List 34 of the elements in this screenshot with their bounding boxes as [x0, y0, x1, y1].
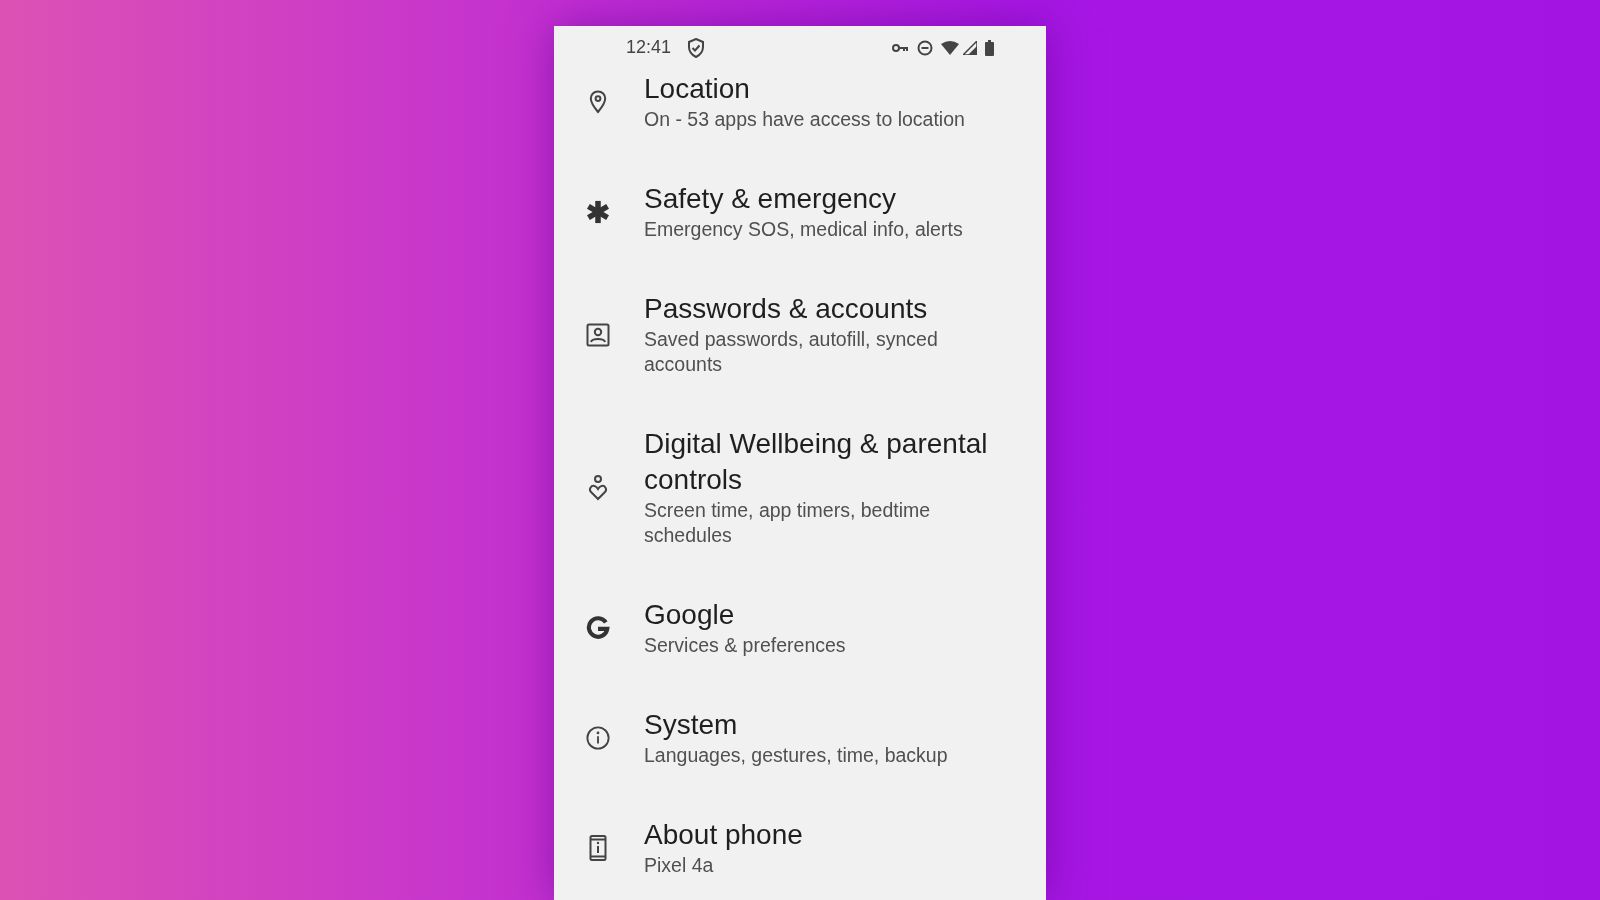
setting-description: Screen time, app timers, bedtime schedules: [644, 498, 932, 548]
setting-description: Pixel 4a: [644, 853, 715, 878]
setting-description: Saved passwords, autofill, synced accounts: [644, 327, 939, 377]
battery-icon: [985, 39, 994, 56]
do-not-disturb-icon: [917, 39, 933, 56]
location-pin-icon: [589, 90, 607, 114]
setting-title: Safety & emergency: [644, 182, 898, 216]
settings-item[interactable]: About phone Pixel 4a: [554, 793, 1046, 900]
account-box-icon: [586, 322, 610, 347]
wifi-icon: [941, 40, 959, 55]
setting-description: Emergency SOS, medical info, alerts: [644, 217, 964, 242]
phone-info-icon: [589, 835, 607, 861]
setting-description: On - 53 apps have access to location: [644, 107, 966, 132]
heart-person-icon: [588, 474, 608, 501]
setting-title: Location: [644, 72, 751, 106]
setting-title: Google: [644, 598, 736, 632]
asterisk-icon: [586, 199, 610, 225]
clock-time: 12:41: [626, 36, 672, 59]
settings-item[interactable]: System Languages, gestures, time, backup: [554, 683, 1046, 793]
settings-item[interactable]: Passwords & accounts Saved passwords, autofill, synced accounts: [554, 267, 1046, 402]
setting-title: System: [644, 708, 739, 742]
shield-check-icon: [687, 37, 706, 58]
cell-signal-icon: [963, 40, 977, 55]
setting-description: Languages, gestures, time, backup: [644, 743, 949, 768]
key-icon: [892, 42, 909, 53]
setting-title: Passwords & accounts: [644, 292, 929, 326]
setting-title: About phone: [644, 818, 804, 852]
settings-item[interactable]: Google Services & preferences: [554, 573, 1046, 683]
settings-item[interactable]: Digital Wellbeing & parental controls Screen time, app timers, bedtime schedules: [554, 402, 1046, 573]
setting-title: Digital Wellbeing & parental controls: [644, 427, 989, 497]
settings-item[interactable]: Safety & emergency Emergency SOS, medical info, alerts: [554, 157, 1046, 267]
setting-description: Services & preferences: [644, 633, 847, 658]
info-icon: [586, 725, 610, 751]
g-letter-icon: [586, 615, 610, 641]
